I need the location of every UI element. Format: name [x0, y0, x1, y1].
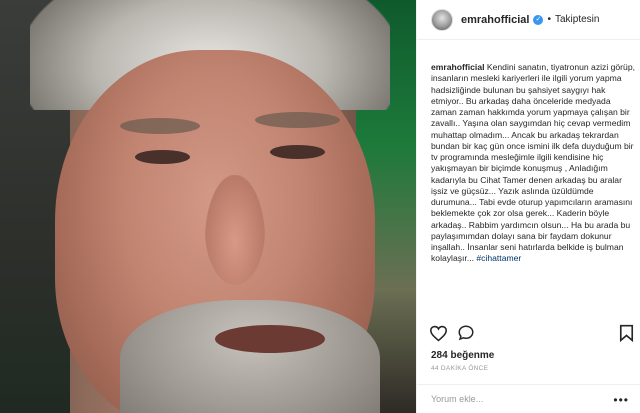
photo-eye-left [135, 150, 190, 164]
comment-bar: ••• [417, 384, 640, 413]
header-username[interactable]: emrahofficial [461, 14, 529, 26]
heart-icon[interactable] [427, 322, 449, 344]
caption-username[interactable]: emrahofficial [431, 62, 485, 72]
photo-eye-right [270, 145, 325, 159]
post-header: emrahofficial ✓ • Takiptesin [417, 0, 640, 40]
verified-badge-icon: ✓ [533, 14, 544, 25]
post-caption: emrahofficial Kendini sanatın, tiyatronu… [431, 62, 635, 265]
action-bar [427, 322, 637, 346]
photo-brow-right [255, 112, 340, 128]
bookmark-icon[interactable] [615, 322, 637, 344]
like-count[interactable]: 284 beğenme [431, 350, 494, 361]
comment-input[interactable] [431, 394, 601, 404]
comment-icon[interactable] [455, 322, 477, 344]
photo-nose [205, 175, 265, 285]
caption-hashtag[interactable]: #cihattamer [476, 253, 521, 263]
photo-mouth [215, 325, 325, 353]
header-separator: • [547, 14, 551, 25]
more-options-icon[interactable]: ••• [613, 393, 629, 407]
caption-text: Kendini sanatın, tiyatronun azizi görüp,… [431, 62, 635, 264]
photo-beard [120, 300, 380, 413]
avatar[interactable] [431, 8, 453, 31]
post-photo[interactable] [0, 0, 416, 413]
follow-status[interactable]: Takiptesin [555, 14, 599, 25]
photo-brow-left [120, 118, 200, 134]
post-side-panel: emrahofficial ✓ • Takiptesin emrahoffici… [416, 0, 640, 413]
post-timestamp[interactable]: 44 DAKİKA ÖNCE [431, 365, 488, 372]
